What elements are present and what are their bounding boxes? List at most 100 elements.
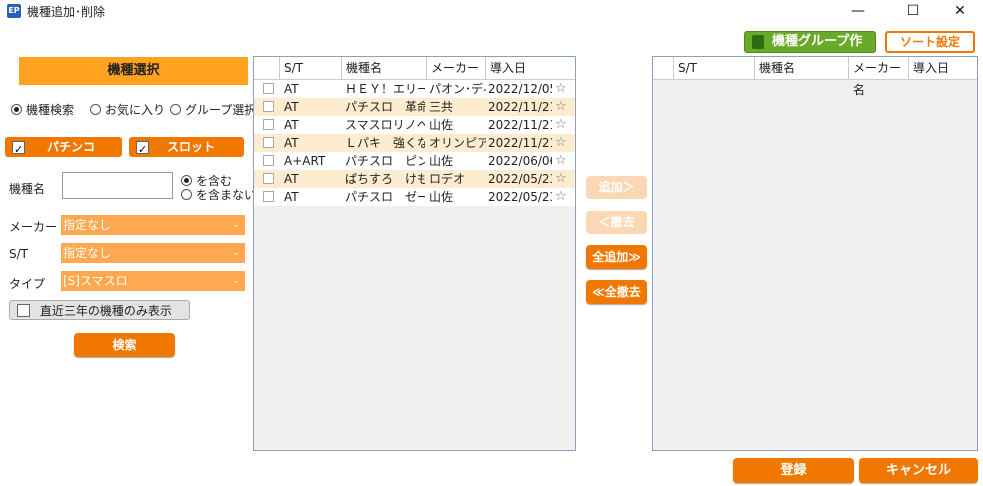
favorite-star-icon[interactable]: ☆ <box>555 188 567 206</box>
maker-dropdown[interactable]: 指定なし ⌄ <box>61 215 245 235</box>
favorite-star-icon[interactable]: ☆ <box>555 116 567 134</box>
cell-date: 2022/11/21 <box>488 136 552 150</box>
type-dropdown[interactable]: [S]スマスロ ⌄ <box>61 271 245 291</box>
row-checkbox[interactable] <box>263 191 274 202</box>
cell-date: 2022/12/05 <box>488 82 552 96</box>
col-date[interactable]: 導入日 <box>485 57 555 79</box>
maker-label: メーカー <box>9 220 58 234</box>
row-checkbox[interactable] <box>263 173 274 184</box>
cell-st: AT <box>284 136 299 150</box>
register-button[interactable]: 登録 <box>733 458 854 483</box>
col-date[interactable]: 導入日 <box>908 57 978 79</box>
cell-maker: 三共 <box>429 100 454 114</box>
table-row[interactable]: AT スマスロリノヘブン山佐 2022/11/21☆ <box>254 116 575 134</box>
close-button[interactable]: ✕ <box>937 0 983 22</box>
cell-st: AT <box>284 118 299 132</box>
table-row[interactable]: AT パチスロ 革命機三共 2022/11/21☆ <box>254 98 575 116</box>
slot-toggle[interactable]: スロット <box>129 137 244 160</box>
row-checkbox[interactable] <box>263 101 274 112</box>
radio-icon <box>181 175 192 186</box>
pachinko-toggle[interactable]: パチンコ <box>5 137 122 160</box>
search-mode-favorites[interactable]: お気に入り <box>90 101 165 118</box>
radio-label: グループ選択 <box>185 103 257 117</box>
search-button[interactable]: 検索 <box>74 333 175 357</box>
favorite-star-icon[interactable]: ☆ <box>555 134 567 152</box>
cell-name: パチスロ ゼーガペ <box>345 190 425 204</box>
col-st[interactable]: S/T <box>673 57 754 79</box>
favorite-star-icon[interactable]: ☆ <box>555 152 567 170</box>
row-checkbox[interactable] <box>263 83 274 94</box>
app-icon: EP <box>7 4 21 18</box>
radio-icon <box>11 104 22 115</box>
cell-maker: ロデオ <box>429 172 466 186</box>
cancel-button[interactable]: キャンセル <box>859 458 978 483</box>
table-row[interactable]: AT ＨＥＹ！エリートパオン･ディー2022/12/05☆ <box>254 80 575 98</box>
match-exclude-option[interactable]: を含まない <box>181 186 256 203</box>
sort-settings-button[interactable]: ソート設定 <box>885 31 975 53</box>
table-row[interactable]: A+ART パチスロ ピンクバ山佐 2022/06/06☆ <box>254 152 575 170</box>
cell-date: 2022/06/06 <box>488 154 552 168</box>
row-checkbox[interactable] <box>263 137 274 148</box>
table-row[interactable]: AT Ｌパキ 強くなり; オリンピア2022/11/21☆ <box>254 134 575 152</box>
col-name[interactable]: 機種名 <box>341 57 426 79</box>
recent-only-toggle[interactable]: 直近三年の機種のみ表示 <box>9 300 190 320</box>
cell-name: ＨＥＹ！エリート <box>345 82 425 96</box>
cell-maker: 山佐 <box>429 154 454 168</box>
cell-date: 2022/05/23 <box>488 190 552 204</box>
radio-icon <box>181 189 192 200</box>
cell-name: スマスロリノヘブン <box>345 118 425 132</box>
maker-value: 指定なし <box>63 218 112 232</box>
window-title: 機種追加･削除 <box>27 5 106 19</box>
favorite-star-icon[interactable]: ☆ <box>555 170 567 188</box>
radio-label: を含まない <box>196 188 257 202</box>
remove-all-button[interactable]: ≪全撤去 <box>586 280 647 304</box>
cell-st: AT <box>284 172 299 186</box>
col-maker[interactable]: メーカー名 <box>426 57 485 97</box>
recent-only-label: 直近三年の機種のみ表示 <box>39 303 172 318</box>
cell-st: AT <box>284 82 299 96</box>
add-button[interactable]: 追加＞ <box>586 176 647 199</box>
cell-name: パチスロ 革命機 <box>345 100 425 114</box>
slot-label: スロット <box>167 140 216 154</box>
add-all-button[interactable]: 全追加≫ <box>586 245 647 269</box>
favorite-star-icon[interactable]: ☆ <box>555 80 567 98</box>
type-value: [S]スマスロ <box>63 274 128 288</box>
group-create-button[interactable]: 機種グループ作成 <box>744 31 876 69</box>
col-maker[interactable]: メーカー名 <box>848 57 908 97</box>
search-mode-model-search[interactable]: 機種検索 <box>11 101 74 118</box>
maximize-button[interactable]: ☐ <box>890 0 936 22</box>
chevron-down-icon: ⌄ <box>232 248 240 258</box>
row-checkbox[interactable] <box>263 155 274 166</box>
cell-name: パチスロ ピンクバ <box>345 154 425 168</box>
model-name-input[interactable] <box>62 172 173 199</box>
minimize-button[interactable]: — <box>835 0 881 22</box>
radio-label: お気に入り <box>105 103 166 117</box>
st-label: S/T <box>9 247 28 261</box>
chevron-down-icon: ⌄ <box>232 276 240 286</box>
cell-maker: パオン･ディー <box>429 82 486 96</box>
cell-st: AT <box>284 190 299 204</box>
checkbox-icon <box>12 140 25 160</box>
st-dropdown[interactable]: 指定なし ⌄ <box>61 243 245 263</box>
search-mode-group[interactable]: グループ選択 <box>170 101 256 118</box>
remove-button[interactable]: ＜撤去 <box>586 211 647 234</box>
source-model-list[interactable]: S/T 機種名 メーカー名 導入日 ATＨＥＹ！エリートパオン･ディー2022/… <box>253 56 576 451</box>
row-checkbox[interactable] <box>263 119 274 130</box>
checkbox-icon <box>17 304 30 317</box>
table-row[interactable]: AT ぱちすろ けものフロデオ 2022/05/23☆ <box>254 170 575 188</box>
st-value: 指定なし <box>63 246 112 260</box>
table-header: S/T 機種名 メーカー名 導入日 <box>254 57 575 97</box>
col-st[interactable]: S/T <box>279 57 341 79</box>
chevron-down-icon: ⌄ <box>232 220 240 230</box>
radio-icon <box>90 104 101 115</box>
favorite-star-icon[interactable]: ☆ <box>555 98 567 116</box>
cell-st: AT <box>284 100 299 114</box>
type-label: タイプ <box>9 277 46 291</box>
cell-maker: 山佐 <box>429 118 454 132</box>
cell-maker: オリンピア <box>429 136 486 150</box>
table-row[interactable]: AT パチスロ ゼーガペ山佐 2022/05/23☆ <box>254 188 575 206</box>
selected-model-list[interactable]: S/T 機種名 メーカー名 導入日 <box>652 56 978 451</box>
model-name-label: 機種名 <box>9 182 46 196</box>
col-name[interactable]: 機種名 <box>754 57 848 79</box>
radio-label: 機種検索 <box>26 103 75 117</box>
